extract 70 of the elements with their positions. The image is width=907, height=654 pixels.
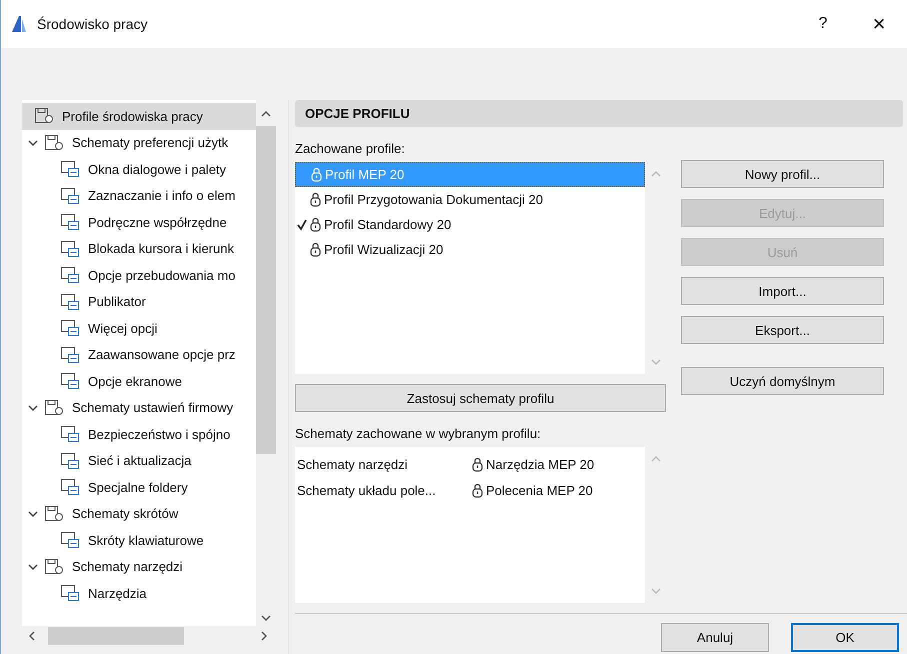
scrollbar-thumb[interactable]: [256, 126, 276, 454]
profile-action-button[interactable]: Eksport...: [681, 316, 884, 344]
profile-item[interactable]: Profil Standardowy 20: [295, 212, 645, 237]
scroll-right-icon[interactable]: [260, 631, 268, 641]
tree-item[interactable]: Bezpieczeństwo i spójno: [22, 421, 256, 448]
scroll-left-icon[interactable]: [28, 631, 36, 641]
tree-item[interactable]: Więcej opcji: [22, 315, 256, 342]
tree-item[interactable]: Blokada kursora i kierunk: [22, 236, 256, 262]
window-icon: [60, 584, 80, 602]
dialog-button[interactable]: OK: [791, 623, 899, 652]
scroll-up-icon[interactable]: [261, 110, 271, 118]
window-icon: [60, 478, 80, 496]
scroll-down-icon[interactable]: [261, 614, 271, 622]
tree-item[interactable]: Publikator: [22, 288, 256, 315]
tree-item[interactable]: Zaznaczanie i info o elem: [22, 182, 256, 209]
tree-item[interactable]: Profile środowiska pracy: [22, 103, 256, 130]
window-icon: [60, 346, 80, 364]
window-icon: [60, 240, 80, 258]
window-icon: [60, 266, 80, 284]
tree-item[interactable]: Opcje przebudowania mo: [22, 262, 256, 288]
lock-icon: [472, 456, 483, 472]
tree-item[interactable]: Schematy skrótów: [22, 500, 256, 527]
close-button[interactable]: ×: [851, 4, 907, 44]
tree-item[interactable]: Sieć i aktualizacja: [22, 448, 256, 474]
lock-icon: [310, 242, 321, 257]
tree-item[interactable]: Zaawansowane opcje prz: [22, 342, 256, 368]
profile-item[interactable]: Profil Wizualizacji 20: [295, 237, 645, 262]
chevron-icon[interactable]: [28, 508, 38, 519]
profile-action-button[interactable]: Uczyń domyślnym: [681, 367, 884, 395]
tree-item[interactable]: Schematy ustawień firmowy: [22, 394, 256, 421]
lock-icon: [472, 482, 483, 498]
window-icon: [60, 531, 80, 550]
chevron-icon[interactable]: [28, 562, 38, 572]
window-icon: [60, 319, 80, 338]
tree-item[interactable]: Opcje ekranowe: [22, 368, 256, 394]
lock-icon: [310, 192, 321, 207]
lock-icon: [310, 217, 321, 232]
schemes-label: Schematy zachowane w wybranym profilu:: [295, 426, 542, 441]
profile-action-button[interactable]: Import...: [681, 277, 884, 305]
profiles-label: Zachowane profile:: [295, 141, 406, 156]
profile-action-button[interactable]: Nowy profil...: [681, 160, 884, 188]
app-logo-icon: [11, 15, 27, 33]
tree-item[interactable]: Specjalne foldery: [22, 474, 256, 500]
scrollbar-thumb[interactable]: [48, 627, 184, 645]
window-icon: [60, 425, 80, 444]
profile-item[interactable]: Profil Przygotowania Dokumentacji 20: [295, 187, 645, 212]
tree-item[interactable]: Schematy narzędzi: [22, 554, 256, 580]
scheme-name: Schematy narzędzi: [297, 456, 409, 472]
scheme-value: Narzędzia MEP 20: [486, 456, 594, 472]
tree-item[interactable]: Narzędzia: [22, 580, 256, 606]
help-button[interactable]: ?: [795, 4, 851, 44]
apply-schemes-button[interactable]: Zastosuj schematy profilu: [295, 384, 666, 412]
dialog-button[interactable]: Anuluj: [661, 623, 769, 652]
tree-item[interactable]: Schematy preferencji użytk: [22, 130, 256, 156]
tree-item[interactable]: Okna dialogowe i palety: [22, 156, 256, 182]
window-icon: [60, 292, 80, 311]
lock-icon: [311, 167, 322, 182]
window-icon: [60, 213, 80, 232]
window-icon: [60, 452, 80, 470]
scheme-value: Polecenia MEP 20: [486, 482, 593, 498]
chevron-icon[interactable]: [28, 402, 38, 413]
window-icon: [60, 186, 80, 205]
window-icon: [60, 160, 80, 178]
tree-item[interactable]: Skróty klawiaturowe: [22, 527, 256, 554]
window-title: Środowisko pracy: [37, 16, 148, 32]
tree-item[interactable]: Podręczne współrzędne: [22, 209, 256, 236]
chevron-icon[interactable]: [28, 138, 38, 148]
window-icon: [60, 372, 80, 390]
section-header: OPCJE PROFILU: [295, 100, 903, 127]
scheme-name: Schematy układu pole...: [297, 482, 437, 498]
